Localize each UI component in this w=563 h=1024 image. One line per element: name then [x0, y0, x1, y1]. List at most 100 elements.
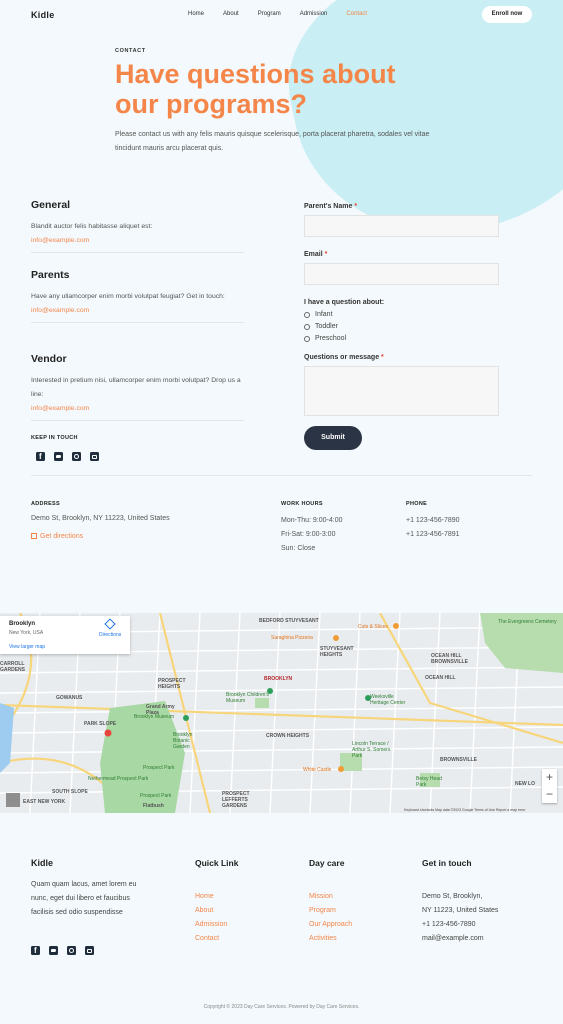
- map-attribution[interactable]: Keyboard shortcuts Map data ©2023 Google…: [404, 808, 525, 812]
- footer-link-program[interactable]: Program: [309, 907, 336, 914]
- email-label: Email *: [304, 251, 328, 258]
- radio-icon[interactable]: [304, 311, 310, 318]
- hours-heading: WORK HOURS: [281, 501, 323, 507]
- social-links: [36, 452, 99, 461]
- copyright: Copyright © 2023 Day Care Services. Powe…: [203, 1004, 360, 1010]
- facebook-icon[interactable]: [36, 452, 45, 461]
- get-in-touch-heading: Get in touch: [422, 858, 472, 868]
- map-label: OCEAN HILL BROWNSVILLE: [431, 653, 468, 665]
- footer-address-line: Demo St, Brooklyn,: [422, 893, 483, 900]
- phone-line[interactable]: +1 123-456-7891: [406, 528, 460, 542]
- map-label: The Evergreens Cemetery: [498, 619, 557, 625]
- zoom-in-button[interactable]: +: [542, 769, 557, 786]
- footer-logo[interactable]: Kidle: [31, 858, 53, 868]
- contact-parents: Parents Have any ullamcorper enim morbi …: [31, 269, 244, 323]
- section-kicker: CONTACT: [115, 48, 146, 54]
- footer-link-approach[interactable]: Our Approach: [309, 921, 352, 928]
- radio-icon[interactable]: [304, 323, 310, 330]
- logo[interactable]: Kidle: [31, 10, 55, 20]
- page-description: Please contact us with any felis mauris …: [115, 131, 430, 152]
- address-text: Demo St, Brooklyn, NY 11223, United Stat…: [31, 515, 170, 522]
- keep-in-touch-heading: KEEP IN TOUCH: [31, 435, 78, 441]
- youtube-icon[interactable]: [90, 452, 99, 461]
- address-heading: ADDRESS: [31, 501, 60, 507]
- site-header: Kidle Home About Program Admission Conta…: [0, 0, 563, 30]
- facebook-icon[interactable]: [31, 946, 40, 955]
- instagram-icon[interactable]: [67, 946, 76, 955]
- nav-admission[interactable]: Admission: [300, 11, 328, 17]
- map-label: SOUTH SLOPE: [52, 789, 88, 795]
- footer-social-links: [31, 946, 94, 955]
- map-label: CROWN HEIGHTS: [266, 733, 310, 739]
- twitter-icon[interactable]: [54, 452, 63, 461]
- quick-link-heading: Quick Link: [195, 858, 239, 868]
- map-label: NEW LO: [515, 781, 535, 787]
- radio-toddler[interactable]: Toddler: [304, 323, 499, 330]
- contact-email-link[interactable]: info@example.com: [31, 307, 244, 314]
- map-label: BEDFORD STUYVESANT: [259, 618, 319, 624]
- footer-phone[interactable]: +1 123-456-7890: [422, 921, 476, 928]
- map-zoom-control: + −: [542, 769, 557, 803]
- get-directions-link[interactable]: Get directions: [31, 533, 83, 540]
- hours-line: Fri-Sat: 9:00-3:00: [281, 531, 336, 538]
- twitter-icon[interactable]: [49, 946, 58, 955]
- view-larger-map-link[interactable]: View larger map: [9, 644, 45, 650]
- phone-line[interactable]: +1 123-456-7890: [406, 514, 460, 528]
- contact-form: Parent's Name * Email * I have a questio…: [304, 203, 499, 450]
- email-input[interactable]: [304, 263, 499, 285]
- nav-home[interactable]: Home: [188, 11, 204, 17]
- message-textarea[interactable]: [304, 366, 499, 416]
- footer-description: Quam quam lacus, amet lorem eu nunc, ege…: [31, 881, 137, 916]
- contact-vendor: Vendor Interested in pretium nisi, ullam…: [31, 353, 244, 421]
- nav-about[interactable]: About: [223, 11, 239, 17]
- footer-link-activities[interactable]: Activities: [309, 935, 337, 942]
- map-label: Saraghina Pizzeria: [271, 635, 313, 641]
- enroll-now-button[interactable]: Enroll now: [482, 6, 532, 23]
- map-label: BROOKLYN: [264, 676, 293, 682]
- map-label: Cuts & Slices: [358, 624, 388, 630]
- map-label: OCEAN HILL: [425, 675, 456, 681]
- contact-email-link[interactable]: info@example.com: [31, 405, 244, 412]
- radio-infant[interactable]: Infant: [304, 311, 499, 318]
- footer-link-about[interactable]: About: [195, 907, 213, 914]
- nav-contact[interactable]: Contact: [346, 11, 367, 17]
- map-label: GOWANUS: [56, 695, 83, 701]
- directions-icon[interactable]: [104, 618, 116, 630]
- hours-line: Sun: Close: [281, 545, 316, 552]
- parent-name-input[interactable]: [304, 215, 499, 237]
- youtube-icon[interactable]: [85, 946, 94, 955]
- contact-text: Blandit auctor felis habitasse aliquet e…: [31, 223, 153, 230]
- contact-email-link[interactable]: info@example.com: [31, 237, 244, 244]
- contact-general: General Blandit auctor felis habitasse a…: [31, 199, 244, 253]
- map-label: Grand Army Plaza: [146, 704, 175, 716]
- footer-email[interactable]: mail@example.com: [422, 935, 484, 942]
- radio-icon[interactable]: [304, 335, 310, 342]
- nav-program[interactable]: Program: [258, 11, 281, 17]
- map-label: Prospect Park: [143, 765, 175, 771]
- divider: [31, 322, 244, 323]
- contact-title: General: [31, 199, 71, 211]
- footer-link-admission[interactable]: Admission: [195, 921, 227, 928]
- submit-button[interactable]: Submit: [304, 426, 362, 450]
- map-label: Weeksville Heritage Center: [370, 694, 406, 706]
- contact-text: Have any ullamcorper enim morbi volutpat…: [31, 293, 225, 300]
- map-label: Prospect Park: [140, 793, 172, 799]
- hours-line: Mon-Thu: 9:00-4:00: [281, 517, 343, 524]
- map-label: PROSPECT LEFFERTS GARDENS: [222, 791, 250, 809]
- map-label: CARROLL GARDENS: [0, 661, 26, 673]
- map-directions-link[interactable]: Directions: [99, 632, 121, 638]
- footer-link-contact[interactable]: Contact: [195, 935, 219, 942]
- footer-link-home[interactable]: Home: [195, 893, 214, 900]
- map-label: Brooklyn Botanic Garden: [173, 732, 193, 750]
- map-label: Nethermead Prospect Park: [88, 776, 149, 782]
- zoom-out-button[interactable]: −: [542, 786, 557, 803]
- radio-preschool[interactable]: Preschool: [304, 335, 499, 342]
- map-label: White Castle: [303, 767, 332, 773]
- main-nav: Home About Program Admission Contact: [188, 11, 386, 17]
- map-label: PARK SLOPE: [84, 721, 117, 727]
- footer-link-mission[interactable]: Mission: [309, 893, 333, 900]
- instagram-icon[interactable]: [72, 452, 81, 461]
- map-place-card: Brooklyn New York, USA View larger map D…: [0, 616, 130, 654]
- name-label: Parent's Name *: [304, 203, 358, 210]
- external-link-icon: [31, 533, 37, 539]
